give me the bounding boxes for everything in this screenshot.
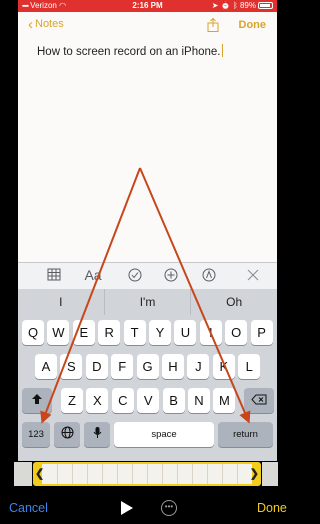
- bluetooth-icon: ᛒ: [232, 1, 238, 10]
- key-g[interactable]: G: [136, 354, 159, 379]
- key-m[interactable]: M: [213, 388, 236, 413]
- close-icon[interactable]: [242, 268, 264, 284]
- status-right: ➤ ⏰ ᛒ 89%: [212, 0, 273, 12]
- frame-strip-left: [14, 462, 32, 486]
- text-format-icon[interactable]: Aa: [82, 267, 104, 283]
- key-y[interactable]: Y: [149, 320, 171, 345]
- frame-divider: [87, 464, 88, 484]
- key-v[interactable]: V: [137, 388, 160, 413]
- frame-divider: [102, 464, 103, 484]
- key-r[interactable]: R: [98, 320, 121, 345]
- key-x[interactable]: X: [86, 388, 109, 413]
- back-button[interactable]: ‹ Notes: [28, 15, 64, 33]
- note-text: How to screen record on an iPhone.: [37, 46, 221, 58]
- frame-divider: [147, 464, 148, 484]
- key-k[interactable]: K: [212, 354, 235, 379]
- note-body[interactable]: How to screen record on an iPhone.: [37, 44, 224, 58]
- battery-percent: 89%: [239, 1, 256, 10]
- frame-divider: [117, 464, 118, 484]
- notes-screen: ▪▪▪▪ Verizon ◠ 2:16 PM ➤ ⏰ ᛒ 89% ‹ Notes…: [18, 0, 277, 461]
- battery-icon: [258, 2, 273, 9]
- frame-strip-right: [262, 462, 278, 486]
- key-d[interactable]: D: [85, 354, 108, 379]
- table-icon[interactable]: [43, 268, 65, 284]
- cancel-button[interactable]: Cancel: [9, 501, 48, 515]
- suggestion-bar: I I'm Oh: [18, 289, 277, 315]
- back-label: Notes: [35, 18, 64, 30]
- frame-divider: [192, 464, 193, 484]
- frame-thumbnails: [42, 464, 252, 484]
- shift-key[interactable]: [22, 388, 52, 413]
- suggestion-3[interactable]: Oh: [191, 289, 277, 315]
- key-n[interactable]: N: [188, 388, 210, 413]
- key-c[interactable]: C: [111, 388, 134, 413]
- key-b[interactable]: B: [162, 388, 185, 413]
- suggestion-2[interactable]: I'm: [105, 289, 192, 315]
- text-cursor: [222, 44, 224, 57]
- add-icon[interactable]: [160, 268, 182, 285]
- key-e[interactable]: E: [72, 320, 95, 345]
- key-a[interactable]: A: [35, 354, 57, 379]
- key-h[interactable]: H: [162, 354, 184, 379]
- numbers-key[interactable]: 123: [22, 422, 50, 447]
- notes-done-button[interactable]: Done: [239, 19, 267, 31]
- trim-handle-right[interactable]: ❯: [250, 467, 259, 480]
- key-s[interactable]: S: [60, 354, 83, 379]
- chevron-left-icon: ‹: [28, 15, 33, 33]
- space-key[interactable]: space: [114, 422, 214, 447]
- checklist-icon[interactable]: [124, 268, 146, 285]
- frame-divider: [57, 464, 58, 484]
- delete-icon[interactable]: [244, 388, 274, 413]
- frame-divider: [222, 464, 223, 484]
- trim-scrubber[interactable]: ❮ ❯: [33, 462, 261, 486]
- key-w[interactable]: W: [47, 320, 70, 345]
- frame-divider: [207, 464, 208, 484]
- keyboard: Aa I I'm Oh Q W E R T Y U I O P A S D F G H J K L Z X C V B N M 12…: [18, 262, 277, 461]
- key-p[interactable]: P: [250, 320, 273, 345]
- key-u[interactable]: U: [174, 320, 197, 345]
- key-l[interactable]: L: [238, 354, 261, 379]
- markup-icon[interactable]: [198, 268, 220, 285]
- play-icon[interactable]: [120, 500, 134, 516]
- key-i[interactable]: I: [199, 320, 222, 345]
- frame-divider: [162, 464, 163, 484]
- recording-status-bar[interactable]: ▪▪▪▪ Verizon ◠ 2:16 PM ➤ ⏰ ᛒ 89%: [18, 0, 277, 12]
- key-t[interactable]: T: [123, 320, 146, 345]
- frame-divider: [177, 464, 178, 484]
- suggestion-1[interactable]: I: [18, 289, 105, 315]
- microphone-icon[interactable]: [84, 422, 110, 447]
- trim-handle-left[interactable]: ❮: [35, 467, 44, 480]
- share-icon[interactable]: [207, 18, 219, 32]
- more-icon[interactable]: •••: [161, 500, 177, 516]
- frame-divider: [237, 464, 238, 484]
- key-o[interactable]: O: [225, 320, 248, 345]
- globe-icon[interactable]: [54, 422, 80, 447]
- alarm-icon: ⏰: [220, 1, 231, 10]
- editor-done-button[interactable]: Done: [257, 501, 287, 515]
- key-q[interactable]: Q: [22, 320, 44, 345]
- key-j[interactable]: J: [187, 354, 210, 379]
- notes-navbar: ‹ Notes Done: [18, 12, 277, 40]
- frame-divider: [132, 464, 133, 484]
- return-key[interactable]: return: [218, 422, 273, 447]
- frame-divider: [72, 464, 73, 484]
- key-f[interactable]: F: [111, 354, 134, 379]
- format-toolbar: Aa: [18, 262, 277, 289]
- key-z[interactable]: Z: [61, 388, 83, 413]
- location-icon: ➤: [211, 1, 219, 10]
